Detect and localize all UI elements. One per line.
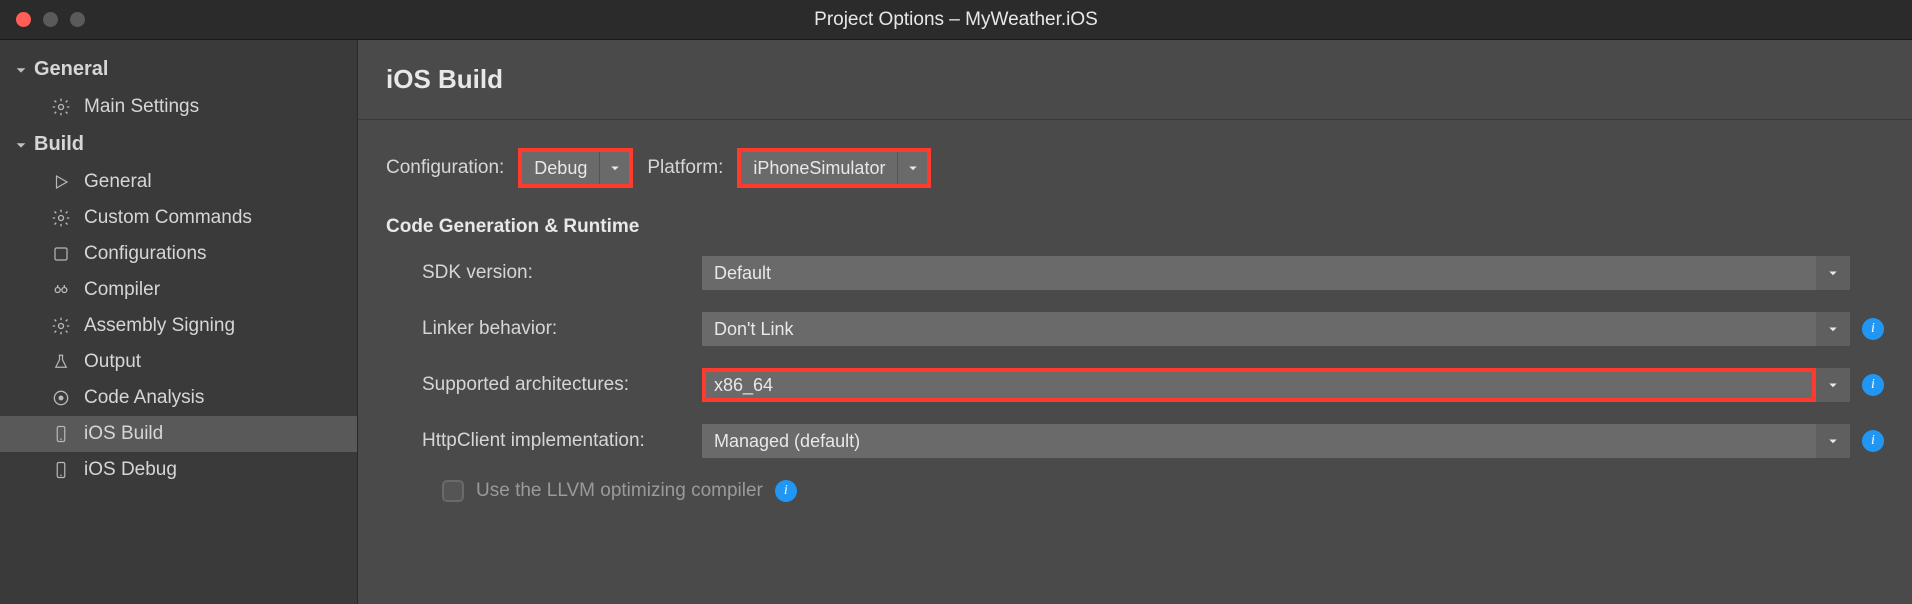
- robot-icon: [50, 279, 72, 301]
- chevron-down-icon[interactable]: [1816, 256, 1850, 290]
- chevron-down-icon: [14, 63, 28, 77]
- sidebar-item-main-settings[interactable]: Main Settings: [0, 89, 357, 125]
- sidebar-category-build[interactable]: Build: [0, 125, 357, 164]
- sidebar-category-general[interactable]: General: [0, 50, 357, 89]
- info-icon[interactable]: i: [775, 480, 797, 502]
- info-icon[interactable]: i: [1862, 318, 1884, 340]
- sidebar-item-label: iOS Build: [84, 423, 163, 445]
- phone-icon: [50, 459, 72, 481]
- sidebar-item-label: Compiler: [84, 279, 160, 301]
- httpclient-label: HttpClient implementation:: [422, 430, 702, 452]
- httpclient-select[interactable]: Managed (default): [702, 424, 1850, 458]
- linker-behavior-label: Linker behavior:: [422, 318, 702, 340]
- configuration-label: Configuration:: [386, 157, 504, 179]
- configuration-value: Debug: [522, 152, 599, 184]
- sidebar-item-label: Code Analysis: [84, 387, 204, 409]
- window-controls: [16, 12, 85, 27]
- main-panel: iOS Build Configuration: Debug Platform:…: [358, 40, 1912, 604]
- sdk-version-label: SDK version:: [422, 262, 702, 284]
- category-label: Build: [34, 133, 84, 156]
- platform-value: iPhoneSimulator: [741, 152, 897, 184]
- gear-icon: [50, 315, 72, 337]
- linker-behavior-select[interactable]: Don't Link: [702, 312, 1850, 346]
- chevron-down-icon[interactable]: [897, 152, 927, 184]
- sidebar-item-custom-commands[interactable]: Custom Commands: [0, 200, 357, 236]
- square-icon: [50, 243, 72, 265]
- supported-architectures-row: Supported architectures: x86_64 i: [386, 368, 1884, 402]
- info-icon[interactable]: i: [1862, 374, 1884, 396]
- sidebar-item-label: Assembly Signing: [84, 315, 235, 337]
- sdk-version-row: SDK version: Default: [386, 256, 1884, 290]
- sidebar-item-label: Custom Commands: [84, 207, 252, 229]
- chevron-down-icon[interactable]: [1816, 424, 1850, 458]
- platform-dropdown[interactable]: iPhoneSimulator: [737, 148, 931, 188]
- supported-architectures-value: x86_64: [702, 368, 1816, 402]
- sidebar: General Main Settings Build General Cust…: [0, 40, 358, 604]
- sidebar-item-compiler[interactable]: Compiler: [0, 272, 357, 308]
- httpclient-value: Managed (default): [702, 424, 1816, 458]
- chevron-down-icon[interactable]: [1816, 368, 1850, 402]
- sidebar-item-code-analysis[interactable]: Code Analysis: [0, 380, 357, 416]
- chevron-down-icon[interactable]: [1816, 312, 1850, 346]
- chevron-down-icon[interactable]: [599, 152, 629, 184]
- gear-icon: [50, 207, 72, 229]
- phone-icon: [50, 423, 72, 445]
- linker-behavior-value: Don't Link: [702, 312, 1816, 346]
- sidebar-item-general[interactable]: General: [0, 164, 357, 200]
- target-icon: [50, 387, 72, 409]
- play-icon: [50, 171, 72, 193]
- titlebar: Project Options – MyWeather.iOS: [0, 0, 1912, 40]
- section-heading: Code Generation & Runtime: [386, 216, 1884, 238]
- llvm-checkbox-row: Use the LLVM optimizing compiler i: [386, 480, 1884, 502]
- sidebar-item-ios-build[interactable]: iOS Build: [0, 416, 357, 452]
- sidebar-item-label: iOS Debug: [84, 459, 177, 481]
- chevron-down-icon: [14, 138, 28, 152]
- sidebar-item-label: Output: [84, 351, 141, 373]
- maximize-window-button[interactable]: [70, 12, 85, 27]
- gear-icon: [50, 96, 72, 118]
- sidebar-item-label: General: [84, 171, 152, 193]
- sidebar-item-ios-debug[interactable]: iOS Debug: [0, 452, 357, 488]
- supported-architectures-select[interactable]: x86_64: [702, 368, 1850, 402]
- supported-architectures-label: Supported architectures:: [422, 374, 702, 396]
- close-window-button[interactable]: [16, 12, 31, 27]
- page-title: iOS Build: [386, 64, 1884, 95]
- main-header: iOS Build: [358, 40, 1912, 120]
- info-icon[interactable]: i: [1862, 430, 1884, 452]
- minimize-window-button[interactable]: [43, 12, 58, 27]
- llvm-checkbox[interactable]: [442, 480, 464, 502]
- category-label: General: [34, 58, 108, 81]
- llvm-checkbox-label: Use the LLVM optimizing compiler: [476, 480, 763, 502]
- flask-icon: [50, 351, 72, 373]
- sidebar-item-configurations[interactable]: Configurations: [0, 236, 357, 272]
- sdk-version-select[interactable]: Default: [702, 256, 1850, 290]
- sidebar-item-assembly-signing[interactable]: Assembly Signing: [0, 308, 357, 344]
- linker-behavior-row: Linker behavior: Don't Link i: [386, 312, 1884, 346]
- config-row: Configuration: Debug Platform: iPhoneSim…: [386, 148, 1884, 188]
- sdk-version-value: Default: [702, 256, 1816, 290]
- sidebar-item-label: Main Settings: [84, 96, 199, 118]
- sidebar-item-output[interactable]: Output: [0, 344, 357, 380]
- httpclient-row: HttpClient implementation: Managed (defa…: [386, 424, 1884, 458]
- platform-label: Platform:: [647, 157, 723, 179]
- configuration-dropdown[interactable]: Debug: [518, 148, 633, 188]
- sidebar-item-label: Configurations: [84, 243, 207, 265]
- window-title: Project Options – MyWeather.iOS: [0, 9, 1912, 31]
